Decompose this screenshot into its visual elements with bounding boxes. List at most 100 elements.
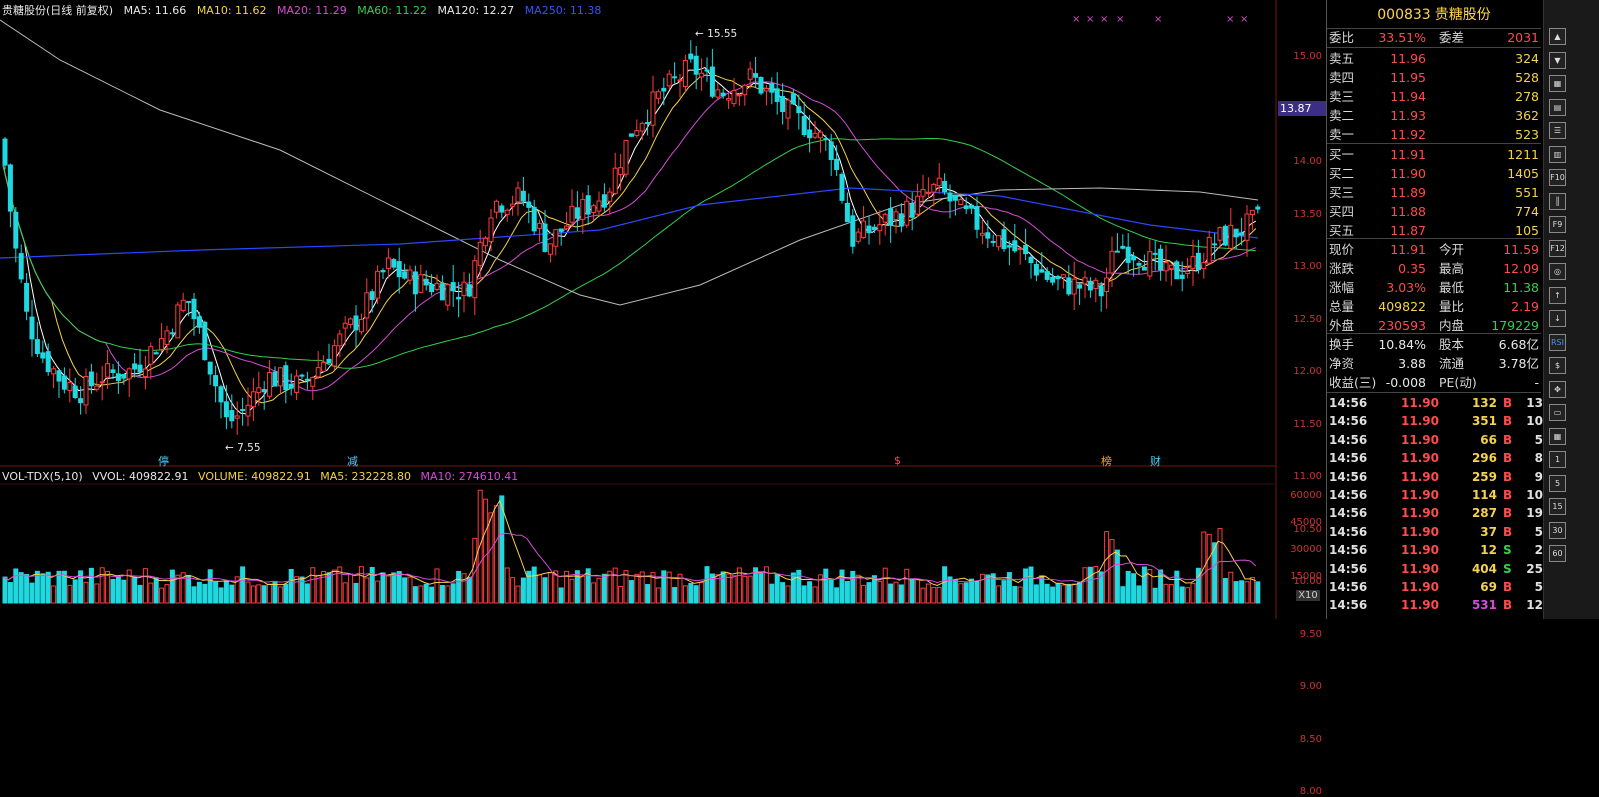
volume-bar [1028, 566, 1034, 604]
tick-count: 10 [1526, 414, 1543, 429]
tick-volume: 66 [1480, 432, 1497, 447]
tick-row: 14:56 11.90 12 S 2 [1327, 541, 1543, 559]
event-financial[interactable]: 财 [1150, 453, 1161, 469]
tick-time: 14:56 [1329, 432, 1368, 447]
volume-bar [844, 581, 850, 604]
compass-icon[interactable]: ✥ [1549, 380, 1566, 398]
candle-body [871, 226, 877, 231]
RSI-icon[interactable]: RSI [1549, 333, 1566, 351]
event-ranking[interactable]: 榜 [1101, 453, 1112, 469]
tick-row: 14:56 11.90 404 S 25 [1327, 560, 1543, 578]
period-60-button[interactable]: 60 [1549, 545, 1566, 562]
row-label2: 最低 [1439, 280, 1465, 295]
candle-body [1206, 236, 1212, 264]
row-label: 卖二 [1329, 108, 1355, 123]
candle-body [51, 368, 57, 375]
candle-body [969, 204, 975, 209]
F10-icon[interactable]: F10 [1549, 169, 1566, 186]
candle-body [256, 387, 262, 394]
candle-body [288, 383, 294, 389]
stat-row: 涨幅 3.03% 最低 11.38 [1327, 278, 1541, 297]
candle-body [186, 300, 192, 303]
period-5-button[interactable]: 5 [1549, 474, 1566, 492]
event-reduce[interactable]: 减 [347, 453, 358, 469]
arrow-down-icon[interactable]: ↓ [1549, 310, 1566, 327]
candle-body [564, 225, 570, 230]
volume-bar [402, 577, 408, 604]
row-label: 卖三 [1329, 89, 1355, 104]
candle-body [1120, 245, 1126, 249]
volume-bar [148, 582, 154, 604]
volume-bar [1131, 573, 1137, 604]
arrow-up-icon[interactable]: ↑ [1549, 286, 1566, 304]
stock-name: 贵糖股份 [1434, 7, 1491, 23]
up-arrow-icon[interactable]: ▲ [1549, 28, 1566, 45]
volume-bar [969, 578, 975, 604]
candle-body [1141, 266, 1147, 271]
candle-body [450, 282, 456, 292]
F9-icon[interactable]: F9 [1549, 216, 1566, 233]
candle-body [240, 409, 246, 412]
volume-bar [407, 576, 413, 604]
volume-bar [304, 583, 310, 604]
candle-body [639, 122, 645, 132]
grid2-icon[interactable]: ▦ [1549, 427, 1566, 445]
candle-body [1228, 224, 1234, 249]
candle-body [2, 138, 8, 166]
down-arrow-icon[interactable]: ▼ [1549, 51, 1566, 69]
price-tick: 15.00 [1293, 51, 1322, 62]
period-1-button[interactable]: 1 [1549, 451, 1566, 468]
event-dividend[interactable]: $ [894, 454, 901, 467]
candle-body [99, 381, 105, 384]
volume-bar [1044, 583, 1050, 604]
tick-row: 14:56 11.90 259 B 9 [1327, 468, 1543, 486]
tick-price: 11.90 [1401, 451, 1439, 466]
list-icon[interactable]: ☰ [1549, 122, 1566, 139]
circle-icon[interactable]: ◎ [1549, 263, 1566, 280]
chart-icon[interactable]: ▥ [1549, 145, 1566, 163]
candle-body [542, 223, 548, 252]
volume-bar [223, 580, 229, 604]
row-value2: 1405 [1507, 166, 1539, 181]
dollar-icon[interactable]: $ [1549, 357, 1566, 374]
candle-body [88, 371, 94, 387]
candle-body [148, 346, 154, 365]
candle-body [439, 283, 445, 301]
volume-bar [375, 580, 381, 604]
volume-bar [834, 587, 840, 604]
candle-body [121, 373, 127, 379]
event-suspend[interactable]: 停 [158, 453, 169, 469]
volume-bar [229, 584, 235, 604]
volume-bar [1060, 584, 1066, 604]
volume-bar [769, 583, 775, 604]
volume-bar [979, 573, 985, 604]
period-15-button[interactable]: 15 [1549, 498, 1566, 515]
F12-icon[interactable]: F12 [1549, 239, 1566, 257]
volume-bar [169, 569, 175, 604]
tick-count: 9 [1534, 469, 1543, 484]
bars-icon[interactable]: ║ [1549, 192, 1566, 210]
candle-body [1023, 245, 1029, 255]
volume-bar [1012, 586, 1018, 604]
period-30-button[interactable]: 30 [1549, 521, 1566, 539]
volume-bar [72, 579, 78, 604]
row-value: 11.96 [1390, 51, 1426, 66]
candle-body [34, 339, 40, 355]
window-icon[interactable]: ▭ [1549, 404, 1566, 421]
candle-body [898, 213, 904, 227]
volume-bar [429, 586, 435, 604]
kline-chart[interactable]: × × × × × × × [0, 0, 1326, 619]
candle-body [531, 206, 537, 232]
signal-marker: × [1240, 14, 1248, 25]
row-value2: 3.78亿 [1498, 356, 1539, 371]
tick-price: 11.90 [1401, 414, 1439, 429]
candle-body [904, 200, 910, 226]
grid-icon[interactable]: ▤ [1549, 98, 1566, 116]
volume-bar [299, 576, 305, 604]
candle-body [655, 91, 661, 99]
volume-bar [510, 577, 516, 604]
candle-body [812, 132, 818, 138]
price-tick: 12.50 [1293, 313, 1322, 325]
calendar-icon[interactable]: ▦ [1549, 75, 1566, 92]
volume-bar [277, 586, 283, 604]
